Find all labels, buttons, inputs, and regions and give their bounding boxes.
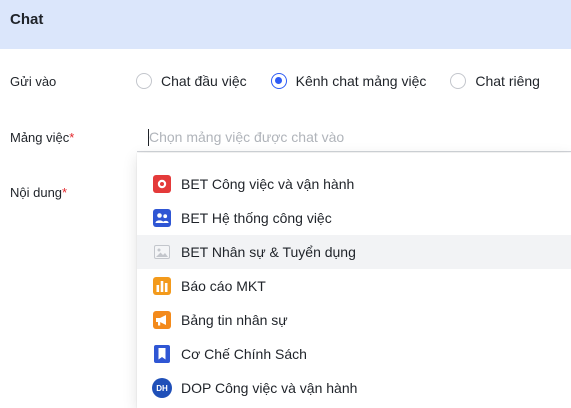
required-mark: * [69,130,75,145]
work-area-select-input[interactable]: Chọn mảng việc được chat vào [137,124,571,152]
radio-private-chat[interactable]: Chat riêng [450,73,540,89]
dropdown-option-label: BET Hệ thống công việc [181,210,332,226]
dropdown-option-label: BET Nhân sự & Tuyển dụng [181,244,356,260]
send-to-label-text: Gửi vào [10,74,57,89]
dropdown-option[interactable]: Cơ Chế Chính Sách [137,337,571,371]
dropdown-option[interactable]: DH DOP Công việc và vận hành [137,371,571,405]
dropdown-option-label: Báo cáo MKT [181,278,266,294]
dropdown-option-label: DOP Công việc và vận hành [181,380,358,396]
dropdown-option-label: Cơ Chế Chính Sách [181,346,307,362]
text-caret [148,129,149,146]
dropdown-option[interactable]: BET Công việc và vận hành [137,167,571,201]
work-area-label-text: Mảng việc [10,130,70,145]
dropdown-option[interactable]: BET Hệ thống công việc [137,201,571,235]
required-mark: * [62,185,68,200]
radio-chat-task[interactable]: Chat đầu việc [136,73,247,89]
dropdown-option[interactable]: BET Nhân sự & Tuyển dụng [137,235,571,269]
radio-label: Chat đầu việc [161,73,247,89]
dh-avatar-icon: DH [152,378,172,398]
team-people-icon [152,208,172,228]
red-badge-icon [152,174,172,194]
svg-text:DH: DH [156,384,168,393]
content-label-text: Nội dung [10,185,63,200]
send-to-label: Gửi vào [10,74,56,89]
content-label: Nội dung* [10,185,67,200]
radio-work-area-channel[interactable]: Kênh chat mảng việc [270,73,427,89]
megaphone-icon [152,310,172,330]
radio-checked-icon[interactable] [270,73,287,89]
radio-label: Chat riêng [475,73,540,89]
panel-header: Chat [0,0,571,49]
dropdown-option-label: Bảng tin nhân sự [181,312,288,328]
radio-circle-icon[interactable] [136,73,152,89]
bookmark-icon [152,344,172,364]
work-area-dropdown[interactable]: BET Công việc và vận hành BET Hệ thống c… [137,153,571,408]
image-placeholder-icon [152,242,172,262]
panel-title: Chat [10,11,44,28]
dropdown-option-label: BET Công việc và vận hành [181,176,355,192]
work-area-placeholder: Chọn mảng việc được chat vào [149,129,345,145]
work-area-label: Mảng việc* [10,130,74,145]
bar-chart-icon [152,276,172,296]
dropdown-option[interactable]: Báo cáo MKT [137,269,571,303]
send-to-radio-group: Chat đầu việc Kênh chat mảng việc Chat r… [136,73,564,89]
radio-circle-icon[interactable] [450,73,467,89]
dropdown-option[interactable]: Bảng tin nhân sự [137,303,571,337]
radio-label: Kênh chat mảng việc [295,73,427,89]
